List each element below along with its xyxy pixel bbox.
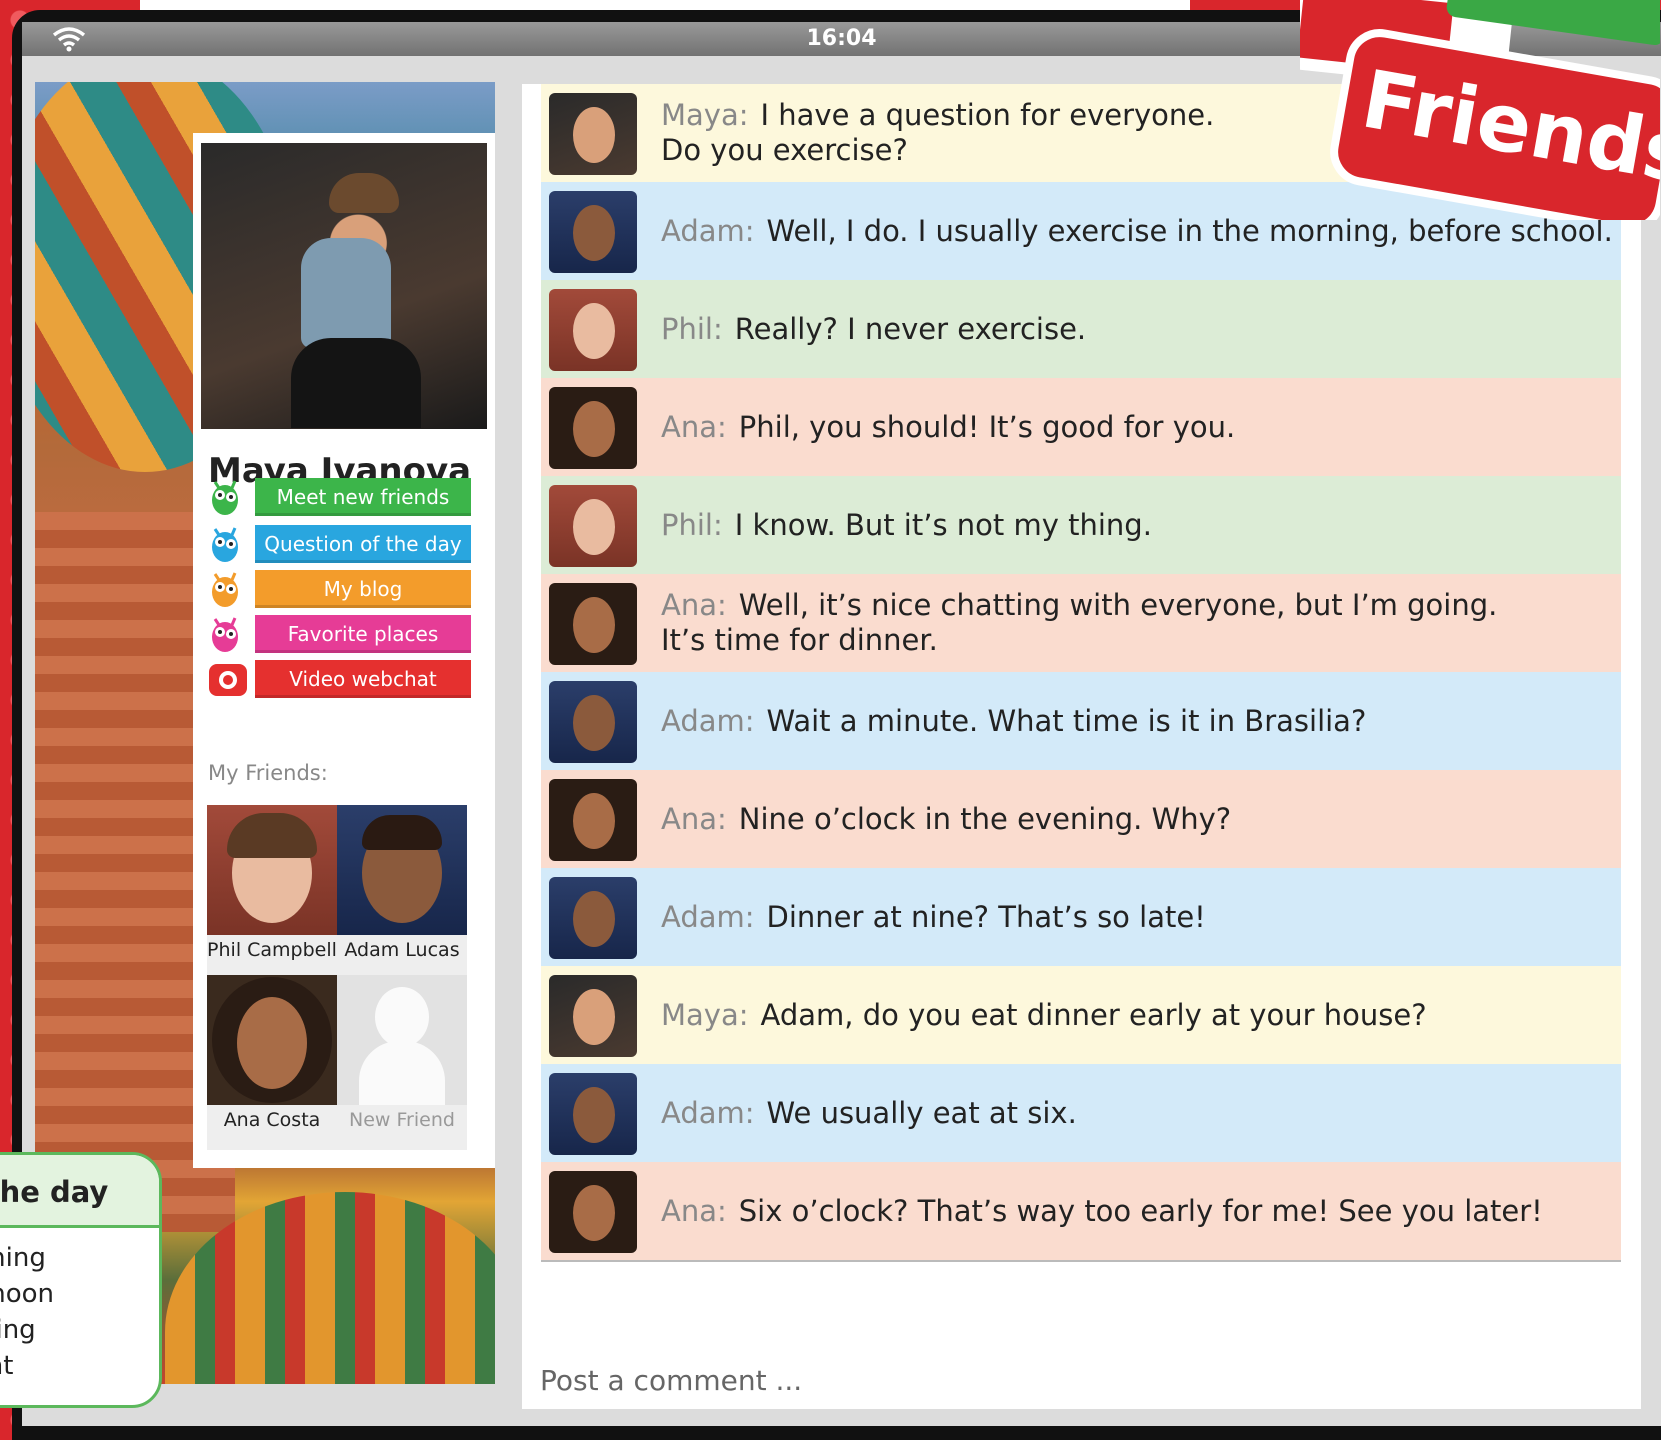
friend-card-phil[interactable]: Phil Campbell: [207, 805, 337, 980]
chat-message: Ana: Nine o’clock in the evening. Why?: [541, 770, 1621, 870]
page-edge: [140, 0, 1190, 10]
avatar[interactable]: [549, 681, 637, 763]
message-line: Ana: Well, it’s nice chatting with everyo…: [661, 588, 1497, 623]
message-text: Adam, do you eat dinner early at your ho…: [760, 997, 1427, 1032]
avatar[interactable]: [549, 289, 637, 371]
message-author: Maya:: [661, 98, 749, 132]
message-line: Ana: Six o’clock? That’s way too early fo…: [661, 1194, 1543, 1229]
avatar[interactable]: [549, 975, 637, 1057]
question-of-the-day-box: f the day orning ernoon ening ight: [0, 1152, 162, 1408]
friend-name: Adam Lucas: [344, 939, 460, 961]
message-line: Ana: Nine o’clock in the evening. Why?: [661, 802, 1231, 837]
friend-name: Phil Campbell: [207, 939, 337, 961]
message-author: Ana:: [661, 409, 727, 444]
monster-green-icon: [212, 480, 238, 515]
avatar[interactable]: [549, 485, 637, 567]
message-text: Dinner at nine? That’s so late!: [766, 899, 1206, 934]
qod-option[interactable]: ernoon: [0, 1279, 54, 1309]
chat-message: Ana: Six o’clock? That’s way too early fo…: [541, 1162, 1621, 1262]
message-author: Ana:: [661, 588, 727, 622]
friends-logo-badge: Friends: [1300, 0, 1660, 220]
friend-card-ana[interactable]: Ana Costa: [207, 975, 337, 1150]
message-author: Maya:: [661, 997, 749, 1032]
friend-avatar: [337, 805, 467, 935]
avatar[interactable]: [549, 877, 637, 959]
message-text: Phil, you should! It’s good for you.: [738, 409, 1236, 444]
message-author: Phil:: [661, 311, 723, 346]
friend-card-new[interactable]: New Friend: [337, 975, 467, 1150]
chat-message: Ana: Well, it’s nice chatting with everyo…: [541, 574, 1621, 674]
message-author: Phil:: [661, 507, 723, 542]
menu-row[interactable]: Video webchat: [205, 658, 490, 698]
message-text: We usually eat at six.: [766, 1095, 1077, 1130]
menu-row[interactable]: Favorite places: [205, 613, 490, 653]
chat-message: Ana: Phil, you should! It’s good for you.: [541, 378, 1621, 478]
monster-pink-icon: [212, 617, 238, 652]
placeholder-avatar-icon: [337, 975, 467, 1105]
qod-option[interactable]: orning: [0, 1243, 46, 1273]
friend-card-adam[interactable]: Adam Lucas: [337, 805, 467, 980]
menu-button[interactable]: Favorite places: [255, 615, 471, 653]
chat-message: Adam: Wait a minute. What time is it in B…: [541, 672, 1621, 772]
message-author: Adam:: [661, 1095, 755, 1130]
post-comment-input[interactable]: Post a comment ...: [540, 1364, 802, 1397]
menu-row[interactable]: Meet new friends: [205, 476, 490, 516]
menu-row[interactable]: Question of the day: [205, 523, 490, 563]
camera-icon: [209, 664, 247, 696]
friend-name: Ana Costa: [223, 1109, 321, 1131]
qod-option[interactable]: ening: [0, 1315, 36, 1345]
chat-message: Adam: We usually eat at six.: [541, 1064, 1621, 1164]
qod-title: f the day: [0, 1175, 109, 1209]
message-author: Ana:: [661, 1193, 727, 1228]
avatar[interactable]: [549, 191, 637, 273]
menu-row[interactable]: My blog: [205, 568, 490, 608]
avatar[interactable]: [549, 583, 637, 665]
message-text: Well, it’s nice chatting with everyone, …: [738, 588, 1498, 622]
message-line: Ana: Phil, you should! It’s good for you.: [661, 410, 1235, 445]
friend-avatar: [207, 975, 337, 1105]
qod-option[interactable]: ight: [0, 1351, 13, 1381]
message-text: Wait a minute. What time is it in Brasil…: [766, 703, 1367, 738]
chat-message: Maya: Adam, do you eat dinner early at yo…: [541, 966, 1621, 1066]
message-line: Maya: Adam, do you eat dinner early at yo…: [661, 998, 1427, 1033]
chat-message: Adam: Dinner at nine? That’s so late!: [541, 868, 1621, 968]
message-line: Phil: I know. But it’s not my thing.: [661, 508, 1152, 543]
menu-button[interactable]: Question of the day: [255, 525, 471, 563]
menu-button[interactable]: Meet new friends: [255, 478, 471, 516]
profile-photo: [201, 143, 487, 429]
friend-avatar: [207, 805, 337, 935]
message-author: Adam:: [661, 899, 755, 934]
chat-panel: Maya: I have a question for everyone. Do y…: [522, 84, 1641, 1409]
message-line: Adam: Wait a minute. What time is it in B…: [661, 704, 1366, 739]
message-line: Adam: We usually eat at six.: [661, 1096, 1077, 1131]
profile-card: Maya Ivanova Meet new friends Question of…: [193, 133, 495, 1168]
message-author: Adam:: [661, 703, 755, 738]
message-text: I have a question for everyone.: [760, 98, 1215, 132]
message-line: Phil: Really? I never exercise.: [661, 312, 1086, 347]
avatar[interactable]: [549, 1073, 637, 1155]
message-author: Adam:: [661, 213, 755, 248]
avatar[interactable]: [549, 387, 637, 469]
chat-message: Phil: I know. But it’s not my thing.: [541, 476, 1621, 576]
friends-label: My Friends:: [208, 761, 328, 785]
menu-button[interactable]: My blog: [255, 570, 471, 608]
message-text: It’s time for dinner.: [661, 623, 938, 657]
monster-orange-icon: [212, 572, 238, 607]
avatar[interactable]: [549, 1171, 637, 1253]
avatar[interactable]: [549, 93, 637, 175]
friend-name: New Friend: [349, 1109, 455, 1131]
avatar[interactable]: [549, 779, 637, 861]
message-author: Ana:: [661, 801, 727, 836]
message-line: Adam: Dinner at nine? That’s so late!: [661, 900, 1206, 935]
message-text: Six o’clock? That’s way too early for me…: [738, 1193, 1543, 1228]
menu-button[interactable]: Video webchat: [255, 660, 471, 698]
qod-header: f the day: [0, 1155, 159, 1228]
message-line: Maya: I have a question for everyone.: [661, 98, 1214, 133]
message-text: Do you exercise?: [661, 133, 908, 167]
message-text: I know. But it’s not my thing.: [734, 507, 1152, 542]
chat-message: Phil: Really? I never exercise.: [541, 280, 1621, 380]
monster-blue-icon: [212, 527, 238, 562]
message-text: Nine o’clock in the evening. Why?: [738, 801, 1232, 836]
message-text: Really? I never exercise.: [734, 311, 1087, 346]
